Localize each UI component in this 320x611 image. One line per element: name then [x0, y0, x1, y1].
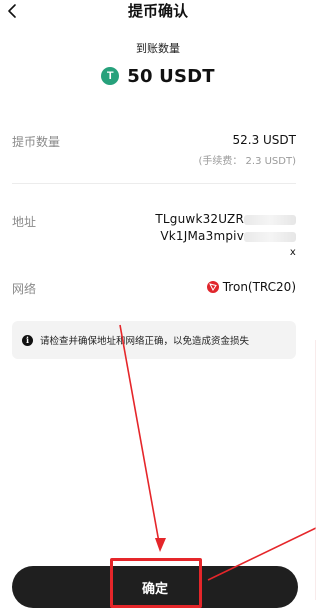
redacted-address-blur — [244, 214, 296, 225]
withdraw-amount-label: 提币数量 — [12, 135, 61, 149]
info-icon: i — [22, 334, 33, 346]
tron-icon — [206, 281, 219, 293]
address-line-2: Vk1JMa3mpiv — [160, 229, 296, 243]
annotation-highlight-box — [110, 558, 202, 608]
network-value: Tron(TRC20) — [222, 280, 296, 294]
fee-text: (手续费： 2.3 USDT) — [198, 156, 296, 167]
usdt-token-icon: T — [101, 67, 120, 85]
divider — [12, 183, 296, 184]
address-text-1: TLguwk32UZR — [155, 212, 244, 226]
annotation-arrows — [119, 324, 316, 600]
warning-notice-text: 请检查并确保地址和网络正确，以免造成资金损失 — [40, 336, 250, 347]
address-line-3: x — [289, 247, 296, 258]
page-title: 提币确认 — [127, 2, 188, 20]
annotation-arrow-head — [155, 538, 166, 552]
received-amount-row: T 50 USDT — [0, 64, 316, 88]
withdraw-amount-value: 52.3 USDT — [232, 133, 296, 147]
network-label: 网络 — [12, 282, 37, 296]
usdt-token-glyph: T — [106, 70, 114, 82]
address-label: 地址 — [12, 215, 37, 229]
network-value-row: Tron(TRC20) — [206, 280, 296, 294]
redacted-address-blur — [244, 231, 296, 242]
address-text-2: Vk1JMa3mpiv — [160, 229, 244, 243]
received-amount-label: 到账数量 — [136, 42, 180, 55]
address-line-1: TLguwk32UZR — [155, 212, 296, 226]
received-amount-value: 50 USDT — [127, 65, 215, 87]
warning-notice: i 请检查并确保地址和网络正确，以免造成资金损失 — [12, 321, 296, 359]
